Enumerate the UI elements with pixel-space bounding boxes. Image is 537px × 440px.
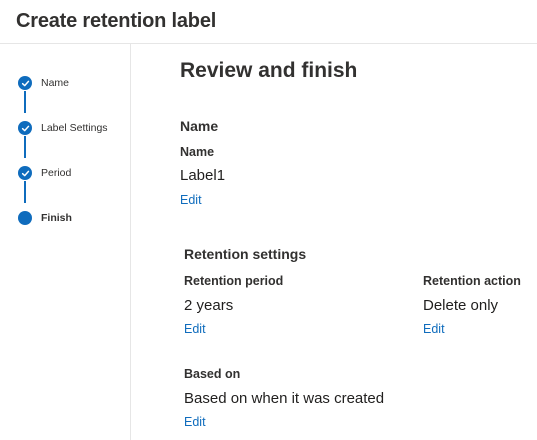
- retention-action-value: Delete only: [423, 297, 499, 314]
- panel-title: Create retention label: [16, 10, 217, 32]
- step-connector: [24, 136, 26, 158]
- step-label-settings[interactable]: Label Settings: [18, 120, 108, 136]
- retention-settings-title: Retention settings: [184, 246, 307, 262]
- check-icon: [18, 121, 32, 135]
- step-connector: [24, 181, 26, 203]
- step-label: Label Settings: [41, 122, 108, 134]
- step-label: Name: [41, 77, 70, 89]
- edit-name-link[interactable]: Edit: [180, 193, 202, 207]
- name-field-label: Name: [180, 145, 215, 159]
- edit-retention-period-link[interactable]: Edit: [184, 322, 206, 336]
- name-section-title: Name: [180, 118, 219, 134]
- wizard-steps-nav: Name Label Settings Period Finish: [0, 44, 131, 440]
- step-label: Finish: [41, 212, 72, 224]
- check-icon: [18, 166, 32, 180]
- current-step-dot-icon: [18, 211, 32, 225]
- retention-period-label: Retention period: [184, 274, 284, 288]
- panel-header: Create retention label: [0, 0, 537, 44]
- page-title: Review and finish: [180, 59, 358, 82]
- review-content: Review and finish Name Name Label1 Edit …: [131, 44, 537, 440]
- check-icon: [18, 76, 32, 90]
- step-period[interactable]: Period: [18, 165, 71, 181]
- edit-retention-action-link[interactable]: Edit: [423, 322, 445, 336]
- step-connector: [24, 91, 26, 113]
- step-finish[interactable]: Finish: [18, 210, 72, 226]
- based-on-value: Based on when it was created: [184, 390, 385, 407]
- retention-action-label: Retention action: [423, 274, 521, 288]
- step-name[interactable]: Name: [18, 75, 69, 91]
- edit-based-on-link[interactable]: Edit: [184, 415, 206, 429]
- retention-period-value: 2 years: [184, 297, 234, 314]
- based-on-label: Based on: [184, 367, 241, 381]
- step-label: Period: [41, 167, 72, 179]
- name-field-value: Label1: [180, 167, 226, 184]
